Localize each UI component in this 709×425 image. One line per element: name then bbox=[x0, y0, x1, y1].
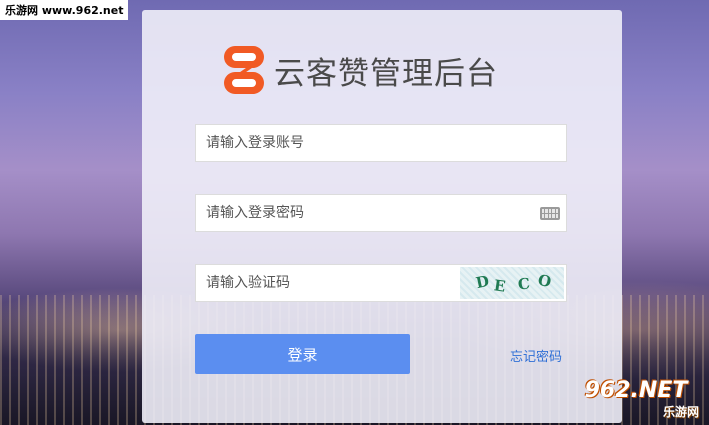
watermark-logo-text: 962.NET bbox=[584, 377, 688, 403]
password-input[interactable] bbox=[196, 195, 516, 231]
captcha-field[interactable]: D E C O bbox=[195, 264, 567, 302]
account-input[interactable] bbox=[196, 125, 516, 161]
page-title: 云客赞管理后台 bbox=[274, 55, 498, 92]
forgot-password-link[interactable]: 忘记密码 bbox=[510, 346, 562, 365]
brand-header: 云客赞管理后台 bbox=[222, 44, 498, 96]
keyboard-icon[interactable] bbox=[540, 207, 560, 220]
watermark-top-left: 乐游网 www.962.net bbox=[0, 0, 129, 20]
watermark-bottom-right: 962.NET 乐游网 bbox=[567, 377, 705, 421]
login-panel: 云客赞管理后台 D E C O 登录 忘记密码 bbox=[142, 10, 622, 423]
captcha-image[interactable]: D E C O bbox=[460, 267, 564, 299]
captcha-char: O bbox=[536, 270, 554, 292]
watermark-site-name: 乐游网 bbox=[662, 405, 699, 419]
captcha-char: C bbox=[517, 274, 531, 294]
password-field[interactable] bbox=[195, 194, 567, 232]
account-field[interactable] bbox=[195, 124, 567, 162]
captcha-char: D bbox=[474, 271, 491, 293]
captcha-char: E bbox=[492, 276, 507, 296]
login-button[interactable]: 登录 bbox=[195, 334, 410, 374]
brand-logo-icon bbox=[224, 46, 264, 94]
